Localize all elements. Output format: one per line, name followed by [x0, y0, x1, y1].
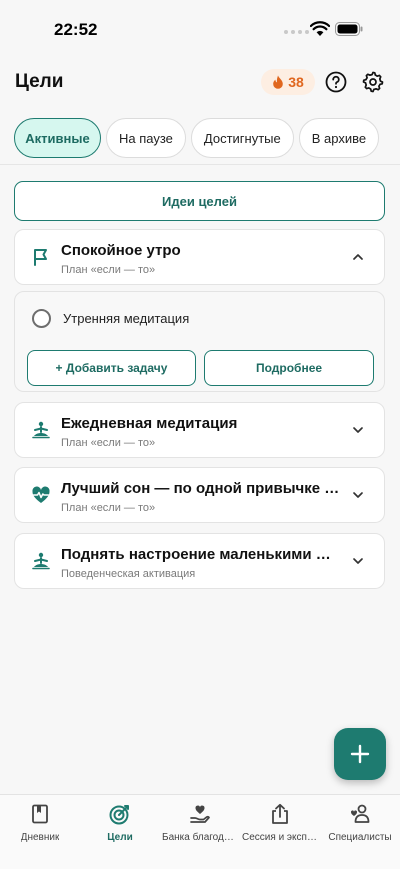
chevron-down-icon[interactable]: [352, 555, 364, 567]
task-checkbox[interactable]: [32, 309, 51, 328]
tab-achieved[interactable]: Достигнутые: [190, 118, 294, 158]
nav-label: Цели: [107, 832, 133, 843]
flame-icon: [273, 75, 284, 89]
nav-item-gratitude[interactable]: Банка благодарности: [160, 803, 240, 843]
add-task-button[interactable]: + Добавить задачу: [27, 350, 196, 386]
plus-icon: [350, 744, 370, 764]
nav-label: Дневник: [20, 832, 60, 843]
goal-tasks-panel: Утренняя медитация + Добавить задачу Под…: [14, 291, 385, 392]
chevron-up-icon[interactable]: [352, 251, 364, 263]
nav-label: Сессия и экспорт: [242, 832, 318, 843]
gear-icon[interactable]: [361, 70, 385, 94]
target-icon: [109, 805, 129, 825]
header: Цели 38: [0, 64, 400, 100]
streak-badge[interactable]: 38: [261, 69, 315, 95]
nav-label: Специалисты: [328, 832, 392, 843]
page-title: Цели: [15, 71, 64, 92]
meditation-icon: [32, 421, 50, 439]
divider: [0, 164, 400, 165]
tab-archived[interactable]: В архиве: [298, 118, 380, 158]
goal-card[interactable]: Ежедневная медитация План «если — то»: [14, 402, 385, 458]
goal-subtitle: Поведенческая активация: [61, 568, 196, 580]
gratitude-jar-icon: [190, 805, 210, 823]
task-label: Утренняя медитация: [63, 311, 190, 326]
journal-icon: [32, 804, 48, 824]
nav-item-session-export[interactable]: Сессия и экспорт: [240, 803, 320, 843]
goal-subtitle: План «если — то»: [61, 502, 156, 514]
nav-item-goals[interactable]: Цели: [80, 803, 160, 843]
nav-label: Банка благодарности: [162, 832, 238, 843]
add-goal-button[interactable]: [334, 728, 386, 780]
wifi-icon: [310, 21, 330, 36]
heartbeat-icon: [32, 486, 50, 503]
tab-active[interactable]: Активные: [14, 118, 101, 158]
goal-title: Лучший сон — по одной привычке за раз: [61, 480, 340, 497]
goal-ideas-button[interactable]: Идеи целей: [14, 181, 385, 221]
chevron-down-icon[interactable]: [352, 424, 364, 436]
goal-title: Спокойное утро: [61, 242, 181, 259]
nav-item-specialists[interactable]: Специалисты: [320, 803, 400, 843]
goal-card[interactable]: Лучший сон — по одной привычке за раз Пл…: [14, 467, 385, 523]
chevron-down-icon[interactable]: [352, 489, 364, 501]
status-time: 22:52: [54, 20, 98, 39]
status-bar: 22:52: [0, 0, 400, 56]
goal-card[interactable]: Поднять настроение маленькими делами Пов…: [14, 533, 385, 589]
meditation-icon: [32, 552, 50, 570]
goal-subtitle: План «если — то»: [61, 264, 156, 276]
tab-paused[interactable]: На паузе: [106, 118, 186, 158]
details-button[interactable]: Подробнее: [204, 350, 374, 386]
goal-title: Поднять настроение маленькими делами: [61, 546, 340, 563]
battery-icon: [335, 22, 363, 36]
help-icon[interactable]: [325, 71, 347, 93]
bottom-nav: Дневник Цели Банка благодарности Сессия …: [0, 794, 400, 869]
streak-count: 38: [288, 74, 304, 90]
specialists-icon: [350, 804, 370, 823]
goal-card[interactable]: Спокойное утро План «если — то»: [14, 229, 385, 285]
share-icon: [272, 803, 288, 824]
goal-title: Ежедневная медитация: [61, 415, 238, 432]
goal-subtitle: План «если — то»: [61, 437, 156, 449]
nav-item-journal[interactable]: Дневник: [0, 803, 80, 843]
flag-icon: [34, 249, 47, 266]
goal-tabs: Активные На паузе Достигнутые В архиве: [14, 118, 400, 158]
signal-dots-icon: [284, 30, 309, 34]
